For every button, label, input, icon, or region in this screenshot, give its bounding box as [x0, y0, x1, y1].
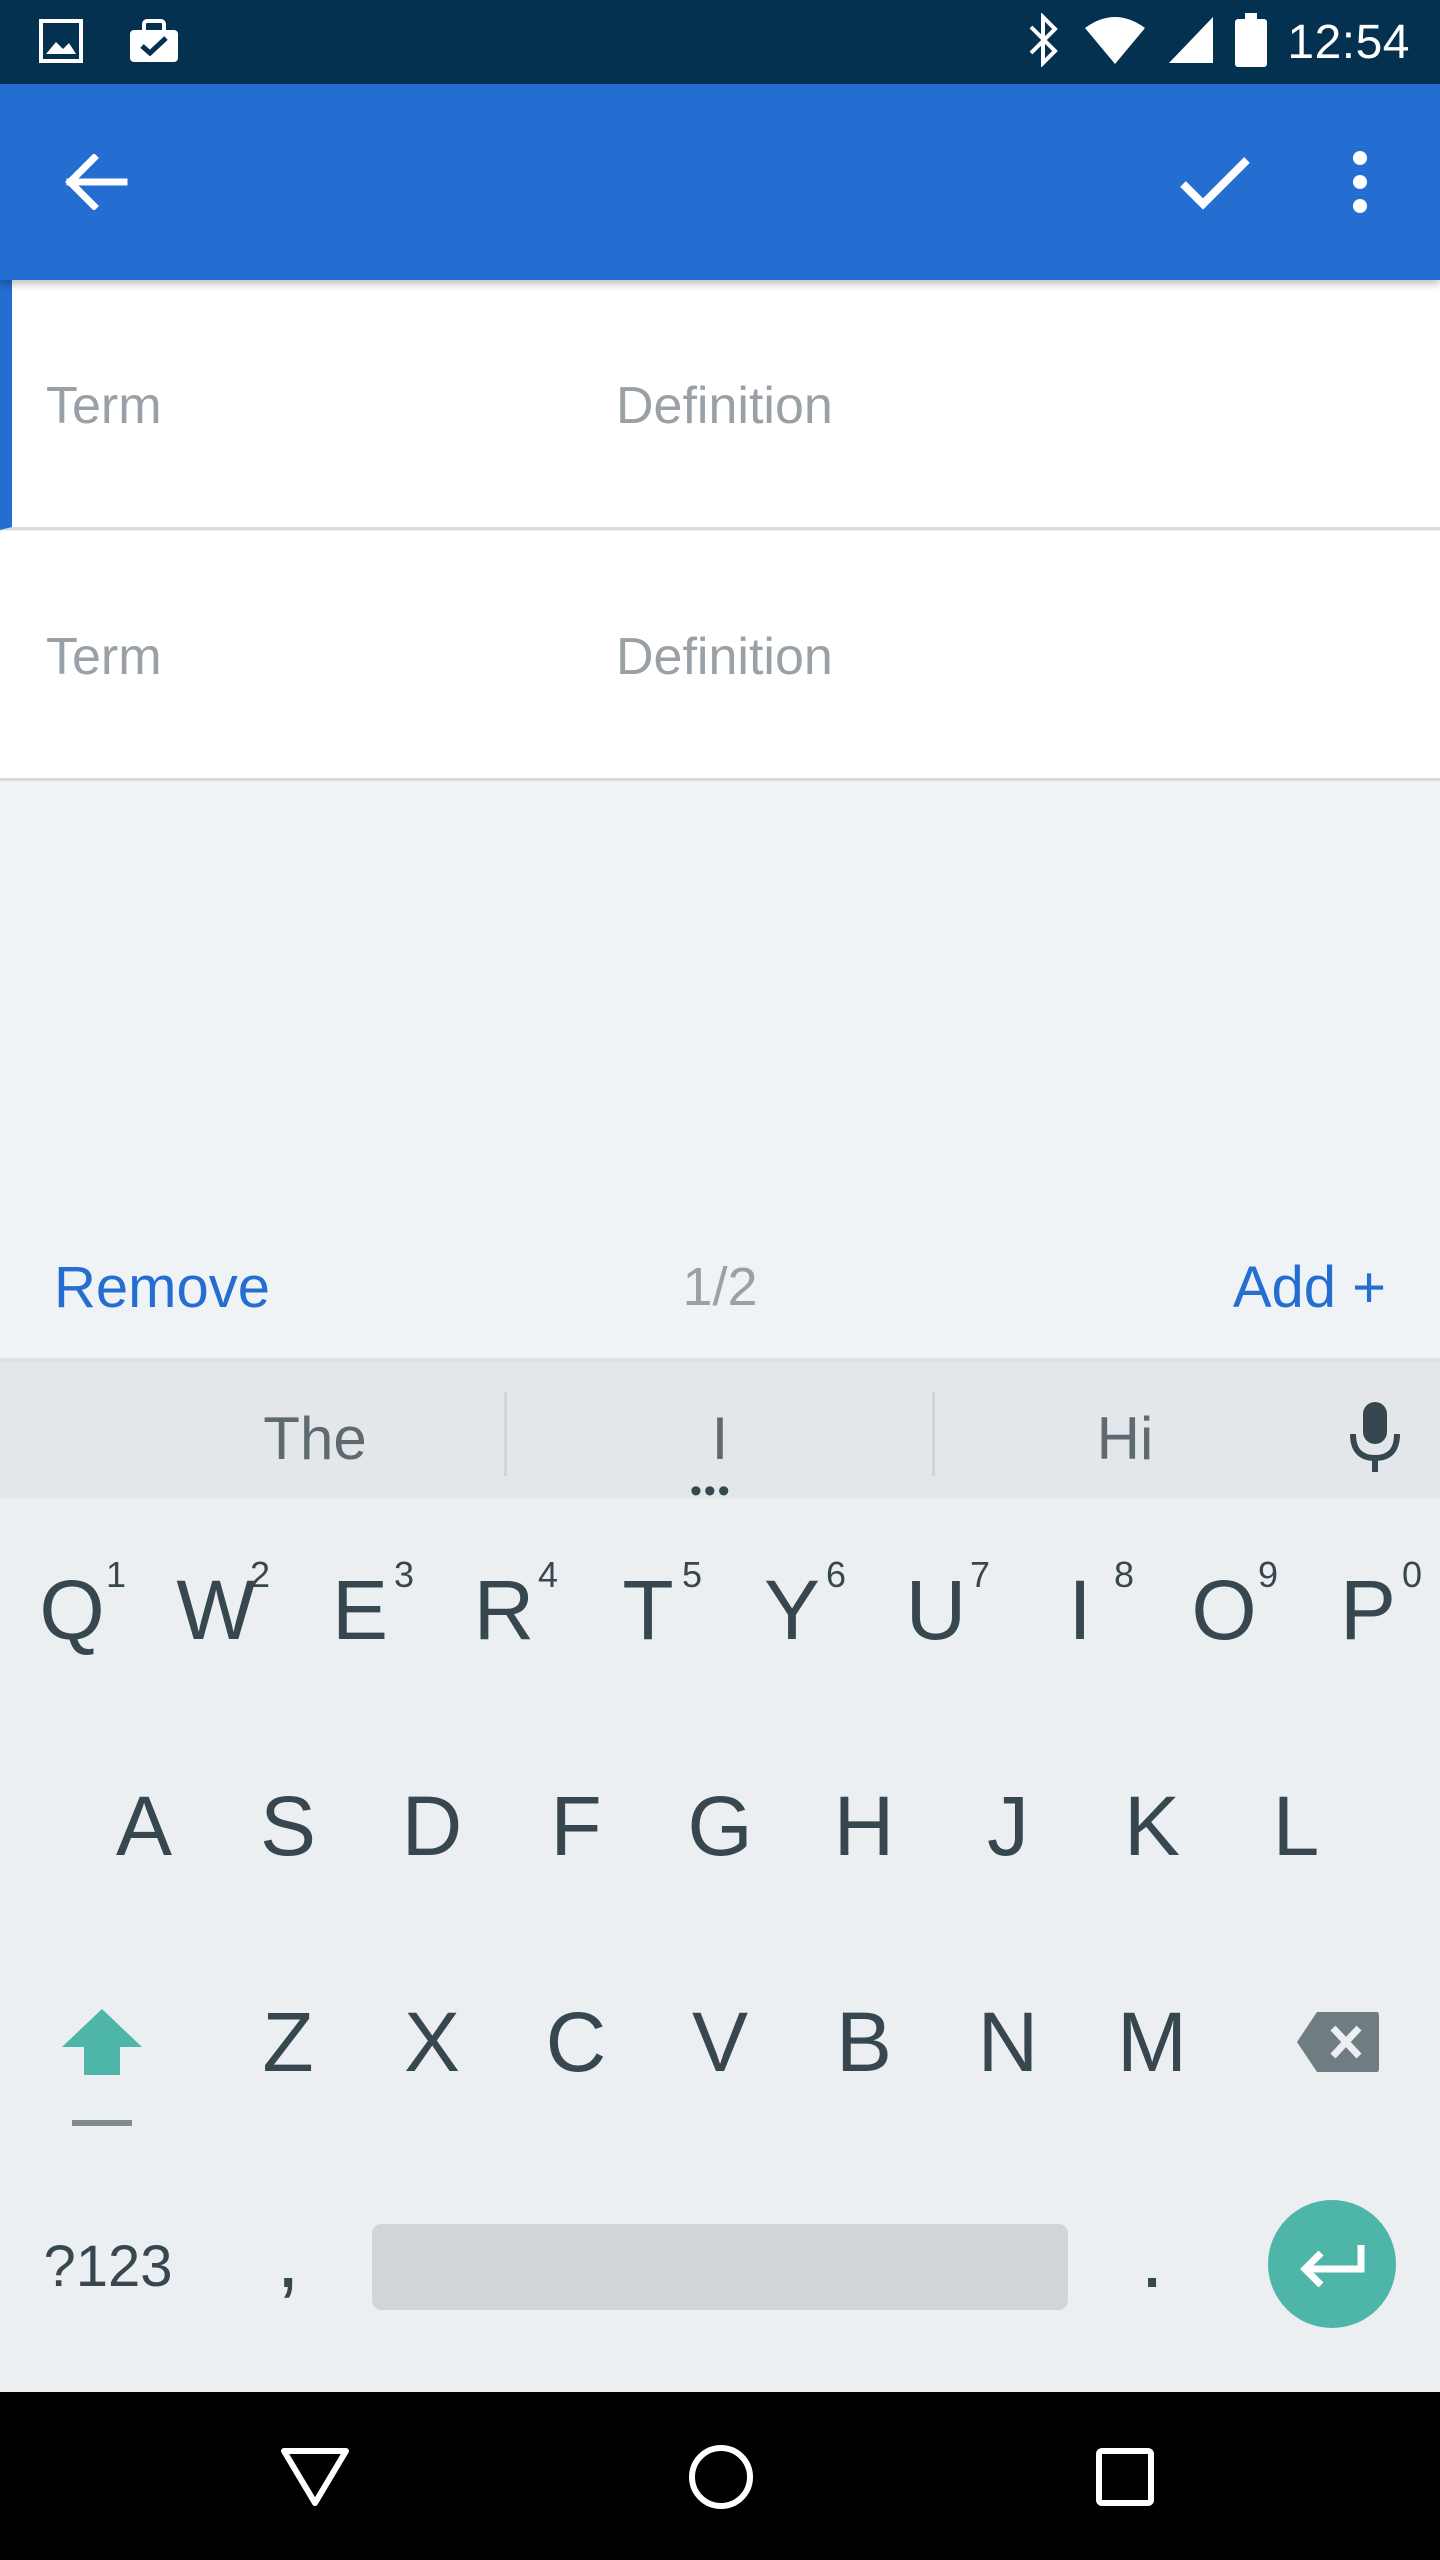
- period-key[interactable]: .: [1080, 2188, 1224, 2328]
- check-icon: [1180, 157, 1250, 210]
- key-d[interactable]: D: [360, 1756, 504, 1896]
- term-input[interactable]: Term: [46, 376, 162, 436]
- image-notification-icon: [38, 18, 84, 69]
- nav-home-button[interactable]: [676, 2432, 766, 2522]
- key-f[interactable]: F: [504, 1756, 648, 1896]
- suggestion-strip: The I Hi •••: [0, 1358, 1440, 1508]
- backspace-key[interactable]: [1266, 1972, 1410, 2112]
- battery-icon: [1235, 12, 1268, 72]
- suggestion-1[interactable]: The: [210, 1404, 420, 1473]
- voice-input-button[interactable]: [1340, 1392, 1410, 1482]
- key-z[interactable]: Z: [216, 1972, 360, 2112]
- key-i[interactable]: I8: [1008, 1540, 1152, 1680]
- definition-input[interactable]: Definition: [616, 376, 833, 436]
- comma-key[interactable]: ,: [216, 2188, 360, 2328]
- key-e[interactable]: E3: [288, 1540, 432, 1680]
- key-s[interactable]: S: [216, 1756, 360, 1896]
- suggestion-3[interactable]: Hi: [1020, 1404, 1230, 1473]
- key-y[interactable]: Y6: [720, 1540, 864, 1680]
- more-vertical-icon: [1353, 151, 1367, 213]
- card-row-2: Term Definition: [0, 531, 1440, 781]
- arrow-left-icon: [65, 154, 128, 210]
- briefcase-check-icon: [128, 18, 180, 69]
- back-triangle-icon: [281, 2448, 349, 2506]
- backspace-icon: [1297, 2012, 1379, 2072]
- cell-signal-icon: [1167, 15, 1215, 70]
- bluetooth-icon: [1023, 11, 1063, 72]
- shift-key[interactable]: [30, 1972, 174, 2112]
- remove-button[interactable]: Remove: [54, 1254, 270, 1321]
- status-bar: 12:54: [0, 0, 1440, 84]
- key-b[interactable]: B: [792, 1972, 936, 2112]
- key-p[interactable]: P0: [1296, 1540, 1440, 1680]
- system-nav-bar: [0, 2392, 1440, 2560]
- microphone-icon: [1350, 1402, 1400, 1472]
- key-k[interactable]: K: [1080, 1756, 1224, 1896]
- soft-keyboard: The I Hi ••• Q1 W2 E3 R4 T5 Y6 U7 I8 O9 …: [0, 1358, 1440, 2392]
- status-time: 12:54: [1287, 15, 1410, 69]
- key-g[interactable]: G: [648, 1756, 792, 1896]
- term-input[interactable]: Term: [46, 627, 162, 687]
- suggestion-divider: [504, 1392, 507, 1476]
- nav-back-button[interactable]: [270, 2432, 360, 2522]
- symbols-key[interactable]: ?123: [36, 2196, 180, 2336]
- key-x[interactable]: X: [360, 1972, 504, 2112]
- home-circle-icon: [689, 2445, 753, 2509]
- key-u[interactable]: U7: [864, 1540, 1008, 1680]
- more-options-button[interactable]: [1330, 142, 1390, 222]
- key-n[interactable]: N: [936, 1972, 1080, 2112]
- key-t[interactable]: T5: [576, 1540, 720, 1680]
- add-button[interactable]: Add +: [1233, 1254, 1386, 1321]
- suggestion-divider: [932, 1392, 935, 1476]
- recents-square-icon: [1096, 2448, 1154, 2506]
- key-q[interactable]: Q1: [0, 1540, 144, 1680]
- key-c[interactable]: C: [504, 1972, 648, 2112]
- suggestion-2[interactable]: I: [660, 1404, 780, 1473]
- nav-recents-button[interactable]: [1080, 2432, 1170, 2522]
- definition-input[interactable]: Definition: [616, 627, 833, 687]
- key-m[interactable]: M: [1080, 1972, 1224, 2112]
- key-a[interactable]: A: [72, 1756, 216, 1896]
- key-o[interactable]: O9: [1152, 1540, 1296, 1680]
- enter-key[interactable]: [1268, 2200, 1396, 2328]
- key-w[interactable]: W2: [144, 1540, 288, 1680]
- app-bar: [0, 84, 1440, 280]
- key-r[interactable]: R4: [432, 1540, 576, 1680]
- confirm-button[interactable]: [1170, 142, 1260, 222]
- shift-lock-indicator: [72, 2120, 132, 2126]
- key-h[interactable]: H: [792, 1756, 936, 1896]
- key-l[interactable]: L: [1224, 1756, 1368, 1896]
- more-suggestions-dots[interactable]: •••: [690, 1474, 732, 1508]
- enter-arrow-icon: [1300, 2245, 1365, 2287]
- wifi-icon: [1083, 14, 1147, 71]
- card-row-1: Term Definition: [0, 280, 1440, 530]
- back-button[interactable]: [56, 142, 136, 222]
- shift-arrow-icon: [62, 2009, 142, 2075]
- key-j[interactable]: J: [936, 1756, 1080, 1896]
- card-action-bar: 1/2 Remove Add +: [0, 1240, 1440, 1360]
- space-bar[interactable]: [372, 2224, 1068, 2310]
- key-v[interactable]: V: [648, 1972, 792, 2112]
